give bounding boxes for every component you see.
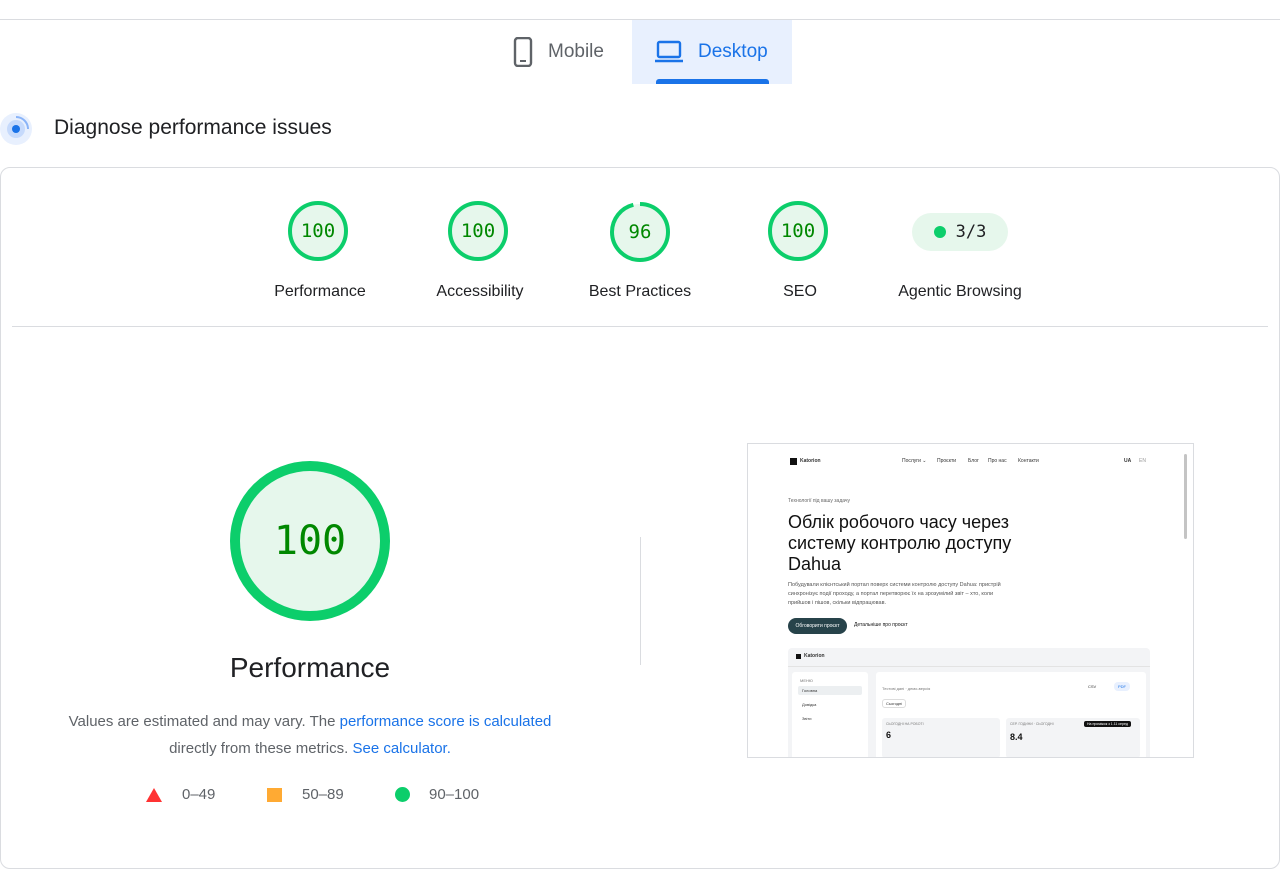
triangle-icon	[146, 787, 162, 802]
site-lang: UA	[1124, 458, 1132, 464]
site-nav-1: Послуги ⌄	[902, 458, 927, 464]
accessibility-score: 100	[460, 220, 496, 242]
app-header-divider	[788, 666, 1150, 667]
performance-big-score: 100	[273, 518, 347, 564]
square-icon	[267, 787, 282, 802]
tab-desktop-label: Desktop	[698, 41, 768, 62]
best-practices-category-label[interactable]: Best Practices	[560, 283, 720, 301]
app-period-select: Сьогодні	[882, 699, 907, 708]
app-brand: Katorion	[804, 653, 825, 659]
note-middle: directly from these metrics.	[169, 740, 349, 757]
legend-average: 50–89	[267, 786, 344, 803]
app-stat-card-2: СЕР. ГОДИНИ · СЬОГОДНІ На проміжок з 1.1…	[1006, 718, 1140, 757]
seo-gauge[interactable]: 100	[768, 201, 828, 261]
app-logo-icon	[796, 654, 801, 659]
section-title: Diagnose performance issues	[54, 116, 332, 139]
best-practices-gauge[interactable]: 96	[608, 200, 672, 264]
app-menu-item-1: Головна	[802, 688, 818, 693]
performance-category-label[interactable]: Performance	[240, 283, 400, 301]
site-cta-secondary: Детальніше про проєкт	[854, 622, 908, 628]
app-pdf-button: PDF	[1114, 682, 1130, 691]
performance-gauge[interactable]: 100	[288, 201, 348, 261]
tab-desktop[interactable]: Desktop	[632, 20, 792, 84]
app-menu-item-3: Звіти	[802, 716, 812, 721]
agentic-browsing-badge[interactable]: 3/3	[912, 213, 1008, 251]
agentic-browsing-score: 3/3	[955, 222, 987, 242]
card-divider	[12, 326, 1268, 327]
app-stat1-label: СЬОГОДНІ НА РОБОТІ	[886, 722, 924, 726]
app-csv-button: CSV	[1088, 684, 1097, 689]
screenshot-scrollbar	[1184, 454, 1187, 539]
app-badge: На проміжок з 1.11 серед	[1084, 721, 1131, 727]
note-prefix: Values are estimated and may vary. The	[68, 713, 336, 730]
site-app-preview: Katorion МЕНЮ Головна Довідка Звіти Тест…	[788, 648, 1150, 757]
legend-fail: 0–49	[146, 786, 215, 803]
legend-average-range: 50–89	[302, 786, 344, 803]
tab-selected-indicator	[656, 79, 769, 84]
app-stat2-value: 8.4	[1010, 732, 1023, 742]
legend-pass: 90–100	[395, 786, 479, 803]
app-stat2-label: СЕР. ГОДИНИ · СЬОГОДНІ	[1010, 722, 1054, 726]
performance-big-gauge: 100	[230, 461, 390, 621]
score-calculation-link[interactable]: performance score is calculated	[340, 713, 552, 730]
app-main-title: Тестові дані · демо-версія	[882, 686, 931, 691]
app-main: Тестові дані · демо-версія CSV PDF Сього…	[876, 672, 1146, 757]
agentic-browsing-category-label[interactable]: Agentic Browsing	[880, 283, 1040, 301]
site-logo-icon	[790, 458, 797, 465]
site-cta-primary: Обговорити проєкт	[788, 618, 847, 634]
pass-dot-icon	[933, 226, 946, 238]
site-brand: Katorion	[800, 458, 821, 464]
tab-mobile-label: Mobile	[548, 41, 604, 62]
site-lang-alt: EN	[1139, 458, 1146, 464]
seo-score: 100	[780, 220, 816, 242]
app-stat-card-1: СЬОГОДНІ НА РОБОТІ 6	[882, 718, 1000, 757]
see-calculator-link[interactable]: See calculator.	[352, 740, 450, 757]
performance-score: 100	[300, 220, 336, 242]
app-menu-item-2: Довідка	[802, 702, 817, 707]
accessibility-gauge[interactable]: 100	[448, 201, 508, 261]
site-nav-3: Блог	[968, 458, 979, 464]
best-practices-score: 96	[628, 221, 652, 243]
accessibility-category-label[interactable]: Accessibility	[400, 283, 560, 301]
app-stat1-value: 6	[886, 730, 892, 740]
site-nav-5: Контакти	[1018, 458, 1039, 464]
performance-heading: Performance	[229, 652, 391, 683]
site-eyebrow: Технології під вашу задачу	[788, 498, 851, 504]
site-nav-2: Проєкти	[937, 458, 957, 464]
legend-pass-range: 90–100	[429, 786, 480, 803]
performance-note: Values are estimated and may vary. The p…	[40, 708, 580, 762]
seo-category-label[interactable]: SEO	[720, 283, 880, 301]
tab-mobile[interactable]: Mobile	[500, 20, 632, 84]
final-screenshot[interactable]: Katorion Послуги ⌄ Проєкти Блог Про нас …	[747, 443, 1194, 758]
app-sidebar: МЕНЮ Головна Довідка Звіти	[792, 672, 868, 757]
phone-icon	[513, 37, 533, 67]
site-hero-body: Побудували клієнтський портал поверх сис…	[788, 582, 1001, 606]
site-nav-4: Про нас	[988, 458, 1007, 464]
vertical-divider	[640, 537, 641, 665]
diagnose-icon	[0, 113, 32, 145]
site-hero-title: Облік робочого часу через систему контро…	[788, 512, 1012, 574]
app-menu-header: МЕНЮ	[800, 678, 813, 683]
laptop-icon	[655, 40, 683, 63]
legend-fail-range: 0–49	[182, 786, 216, 803]
